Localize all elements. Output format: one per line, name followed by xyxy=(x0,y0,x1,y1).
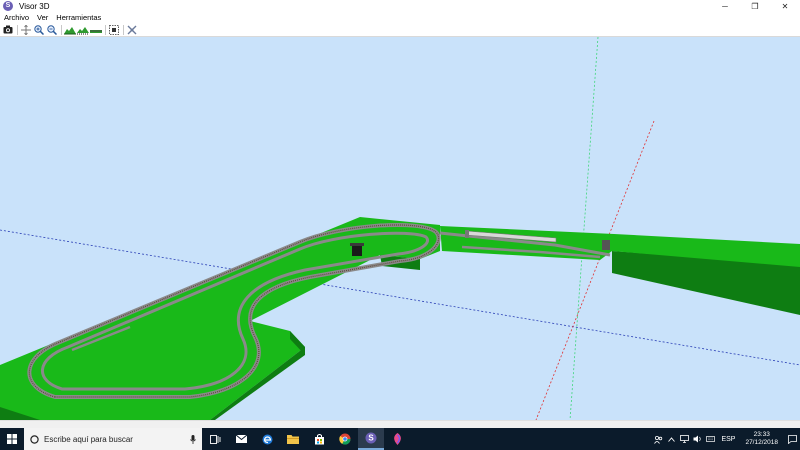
app-logo-icon: S xyxy=(3,1,13,11)
tunnel-portal-frame xyxy=(350,243,364,246)
taskbar-clock[interactable]: 23:33 27/12/2018 xyxy=(745,431,778,447)
notifications-icon[interactable] xyxy=(784,428,800,450)
toolbar xyxy=(0,23,800,37)
microphone-icon[interactable] xyxy=(190,434,196,444)
system-tray: ESP 23:33 27/12/2018 xyxy=(652,428,800,450)
tracks-icon[interactable] xyxy=(90,24,102,36)
grid-select-icon[interactable] xyxy=(108,24,120,36)
bridge-pier-right xyxy=(602,240,610,250)
clock-time: 23:33 xyxy=(753,431,770,438)
tunnel-portal xyxy=(352,245,362,256)
menu-archivo[interactable]: Archivo xyxy=(0,13,33,22)
minimize-button[interactable]: ─ xyxy=(710,0,740,12)
terrain-icon[interactable] xyxy=(64,24,76,36)
input-language[interactable]: ESP xyxy=(721,436,735,443)
clock-date: 27/12/2018 xyxy=(745,439,778,446)
bridge-pier-left xyxy=(465,230,469,238)
menu-herramientas[interactable]: Herramientas xyxy=(52,13,105,22)
menu-bar: Archivo Ver Herramientas xyxy=(0,12,800,23)
chrome-browser-icon[interactable] xyxy=(332,428,358,450)
horizontal-scrollbar[interactable] xyxy=(0,420,800,428)
svg-text:S: S xyxy=(368,434,374,443)
zoom-in-icon[interactable] xyxy=(33,24,45,36)
window-controls: ─ ❐ ✕ xyxy=(710,0,800,12)
window-titlebar: S Visor 3D ─ ❐ ✕ xyxy=(0,0,800,12)
toolbar-separator xyxy=(17,24,18,35)
search-icon xyxy=(30,434,39,444)
maximize-button[interactable]: ❐ xyxy=(740,0,770,12)
camera-icon[interactable] xyxy=(2,24,14,36)
fit-view-icon[interactable] xyxy=(20,24,32,36)
file-explorer-icon[interactable] xyxy=(280,428,306,450)
people-icon[interactable] xyxy=(652,428,665,450)
windows-start-icon[interactable] xyxy=(0,428,24,450)
network-icon[interactable] xyxy=(678,428,691,450)
toolbar-separator xyxy=(105,24,106,35)
window-title: Visor 3D xyxy=(19,1,50,11)
axes-icon[interactable] xyxy=(126,24,138,36)
toolbar-separator xyxy=(61,24,62,35)
zoom-out-icon[interactable] xyxy=(46,24,58,36)
store-app-icon[interactable] xyxy=(306,428,332,450)
close-button[interactable]: ✕ xyxy=(770,0,800,12)
visor-3d-app-icon[interactable]: S xyxy=(358,428,384,450)
chevron-up-icon[interactable] xyxy=(665,428,678,450)
search-placeholder: Escribe aquí para buscar xyxy=(44,434,133,444)
3d-scene xyxy=(0,37,800,420)
keyboard-icon[interactable] xyxy=(704,428,717,450)
menu-ver[interactable]: Ver xyxy=(33,13,52,22)
task-view-icon[interactable] xyxy=(202,428,228,450)
taskbar-search-box[interactable]: Escribe aquí para buscar xyxy=(24,428,202,450)
mail-app-icon[interactable] xyxy=(228,428,254,450)
terrain-tracks-icon[interactable] xyxy=(77,24,89,36)
taskbar: Escribe aquí para buscar S ESP 23:33 27/… xyxy=(0,428,800,450)
3d-viewport[interactable] xyxy=(0,37,800,420)
axis-y-line xyxy=(569,37,599,420)
toolbar-separator xyxy=(123,24,124,35)
paint-3d-icon[interactable] xyxy=(384,428,410,450)
edge-browser-icon[interactable] xyxy=(254,428,280,450)
speaker-icon[interactable] xyxy=(691,428,704,450)
